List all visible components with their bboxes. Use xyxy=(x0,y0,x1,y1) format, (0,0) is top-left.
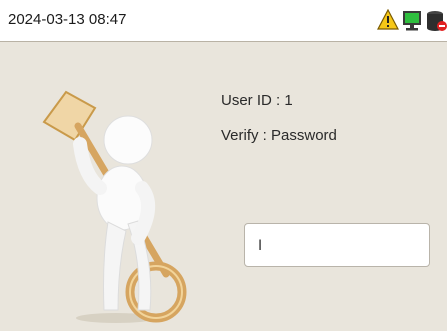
password-input-value: I xyxy=(258,238,263,254)
user-key-illustration xyxy=(38,86,198,326)
verify-mode-label: Verify : Password xyxy=(221,127,337,144)
datetime-label: 2024-03-13 08:47 xyxy=(8,11,127,28)
network-monitor-icon xyxy=(401,9,425,38)
password-input[interactable]: I xyxy=(244,223,430,267)
database-icon xyxy=(425,9,447,38)
warning-icon xyxy=(377,8,399,36)
user-id-label: User ID : 1 xyxy=(221,92,293,109)
status-bar: 2024-03-13 08:47 xyxy=(0,0,447,42)
status-icons xyxy=(377,8,447,36)
verify-panel: User ID : 1 Verify : Password I xyxy=(0,42,447,331)
